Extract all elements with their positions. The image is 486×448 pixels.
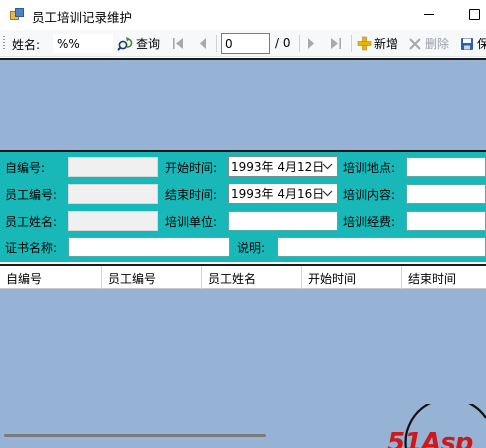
form-panel: 自编号: 员工编号: 员工姓名: 证书名称: 开始时间: 1993年 4月12日… <box>0 152 486 262</box>
start-date-value: 1993年 4月12日 <box>231 160 325 174</box>
end-date-value: 1993年 4月16日 <box>231 187 325 201</box>
end-date-picker[interactable]: 1993年 4月16日 <box>228 183 338 204</box>
note-field[interactable] <box>277 237 486 257</box>
records-grid[interactable]: 自编号 员工编号 员工姓名 开始时间 结束时间 51Asp <box>0 264 486 448</box>
floppy-disk-icon <box>461 37 473 50</box>
name-search-input[interactable] <box>53 34 113 53</box>
employee-name-label: 员工姓名: <box>5 215 58 229</box>
column-header-auto-id[interactable]: 自编号 <box>0 266 102 289</box>
save-button[interactable]: 保 <box>460 34 486 53</box>
auto-id-field[interactable] <box>68 157 158 177</box>
certificate-name-field[interactable] <box>68 237 230 257</box>
watermark-logo: 51Asp <box>384 404 486 448</box>
window-title: 员工培训记录维护 <box>32 10 133 25</box>
query-button[interactable]: 查询 <box>117 34 160 53</box>
refresh-search-icon <box>117 36 133 51</box>
training-content-label: 培训内容: <box>343 188 396 202</box>
training-location-field[interactable] <box>406 157 486 177</box>
first-record-icon[interactable] <box>172 37 184 50</box>
x-delete-icon <box>409 37 421 50</box>
toolbar-grip[interactable] <box>3 36 5 51</box>
employee-name-field[interactable] <box>68 211 158 231</box>
note-label: 说明: <box>237 241 266 255</box>
name-label: 姓名: <box>12 38 41 52</box>
auto-id-label: 自编号: <box>5 161 46 175</box>
employee-number-label: 员工编号: <box>5 188 58 202</box>
maximize-button[interactable] <box>469 9 480 20</box>
app-icon <box>10 8 24 21</box>
start-date-picker[interactable]: 1993年 4月12日 <box>228 156 338 177</box>
record-count: / 0 <box>275 36 291 50</box>
save-label: 保 <box>477 37 486 51</box>
chevron-down-icon[interactable] <box>322 187 333 200</box>
training-content-field[interactable] <box>406 184 486 204</box>
employee-number-field[interactable] <box>68 184 158 204</box>
add-button[interactable]: 新增 <box>357 34 398 53</box>
column-header-employee-name[interactable]: 员工姓名 <box>202 266 302 289</box>
title-bar: 员工培训记录维护 <box>0 0 486 30</box>
certificate-name-label: 证书名称: <box>5 241 58 255</box>
grid-header: 自编号 员工编号 员工姓名 开始时间 结束时间 <box>0 266 486 289</box>
next-record-icon[interactable] <box>305 37 317 50</box>
record-position-input[interactable] <box>221 33 270 54</box>
column-header-end-date[interactable]: 结束时间 <box>402 266 486 289</box>
plus-icon <box>357 36 372 51</box>
delete-label: 删除 <box>425 37 450 51</box>
training-fee-label: 培训经费: <box>343 215 396 229</box>
end-date-label: 结束时间: <box>165 188 218 202</box>
toolbar-separator <box>299 35 300 52</box>
add-label: 新增 <box>374 37 399 51</box>
query-label: 查询 <box>136 37 161 51</box>
training-unit-label: 培训单位: <box>165 215 218 229</box>
training-unit-field[interactable] <box>228 211 338 231</box>
last-record-icon[interactable] <box>330 37 342 50</box>
column-header-employee-number[interactable]: 员工编号 <box>102 266 202 289</box>
chevron-down-icon[interactable] <box>322 160 333 173</box>
training-location-label: 培训地点: <box>343 161 396 175</box>
toolbar-separator <box>351 35 352 52</box>
toolbar-separator <box>216 35 217 52</box>
delete-button[interactable]: 删除 <box>408 34 449 53</box>
training-fee-field[interactable] <box>406 211 486 231</box>
toolbar: 姓名: 查询 / 0 新增 删除 <box>0 30 486 57</box>
upper-panel <box>0 58 486 152</box>
start-date-label: 开始时间: <box>165 161 218 175</box>
column-header-start-date[interactable]: 开始时间 <box>302 266 402 289</box>
minimize-button[interactable] <box>424 14 434 15</box>
horizontal-scrollbar[interactable] <box>4 434 266 437</box>
prev-record-icon[interactable] <box>197 37 209 50</box>
